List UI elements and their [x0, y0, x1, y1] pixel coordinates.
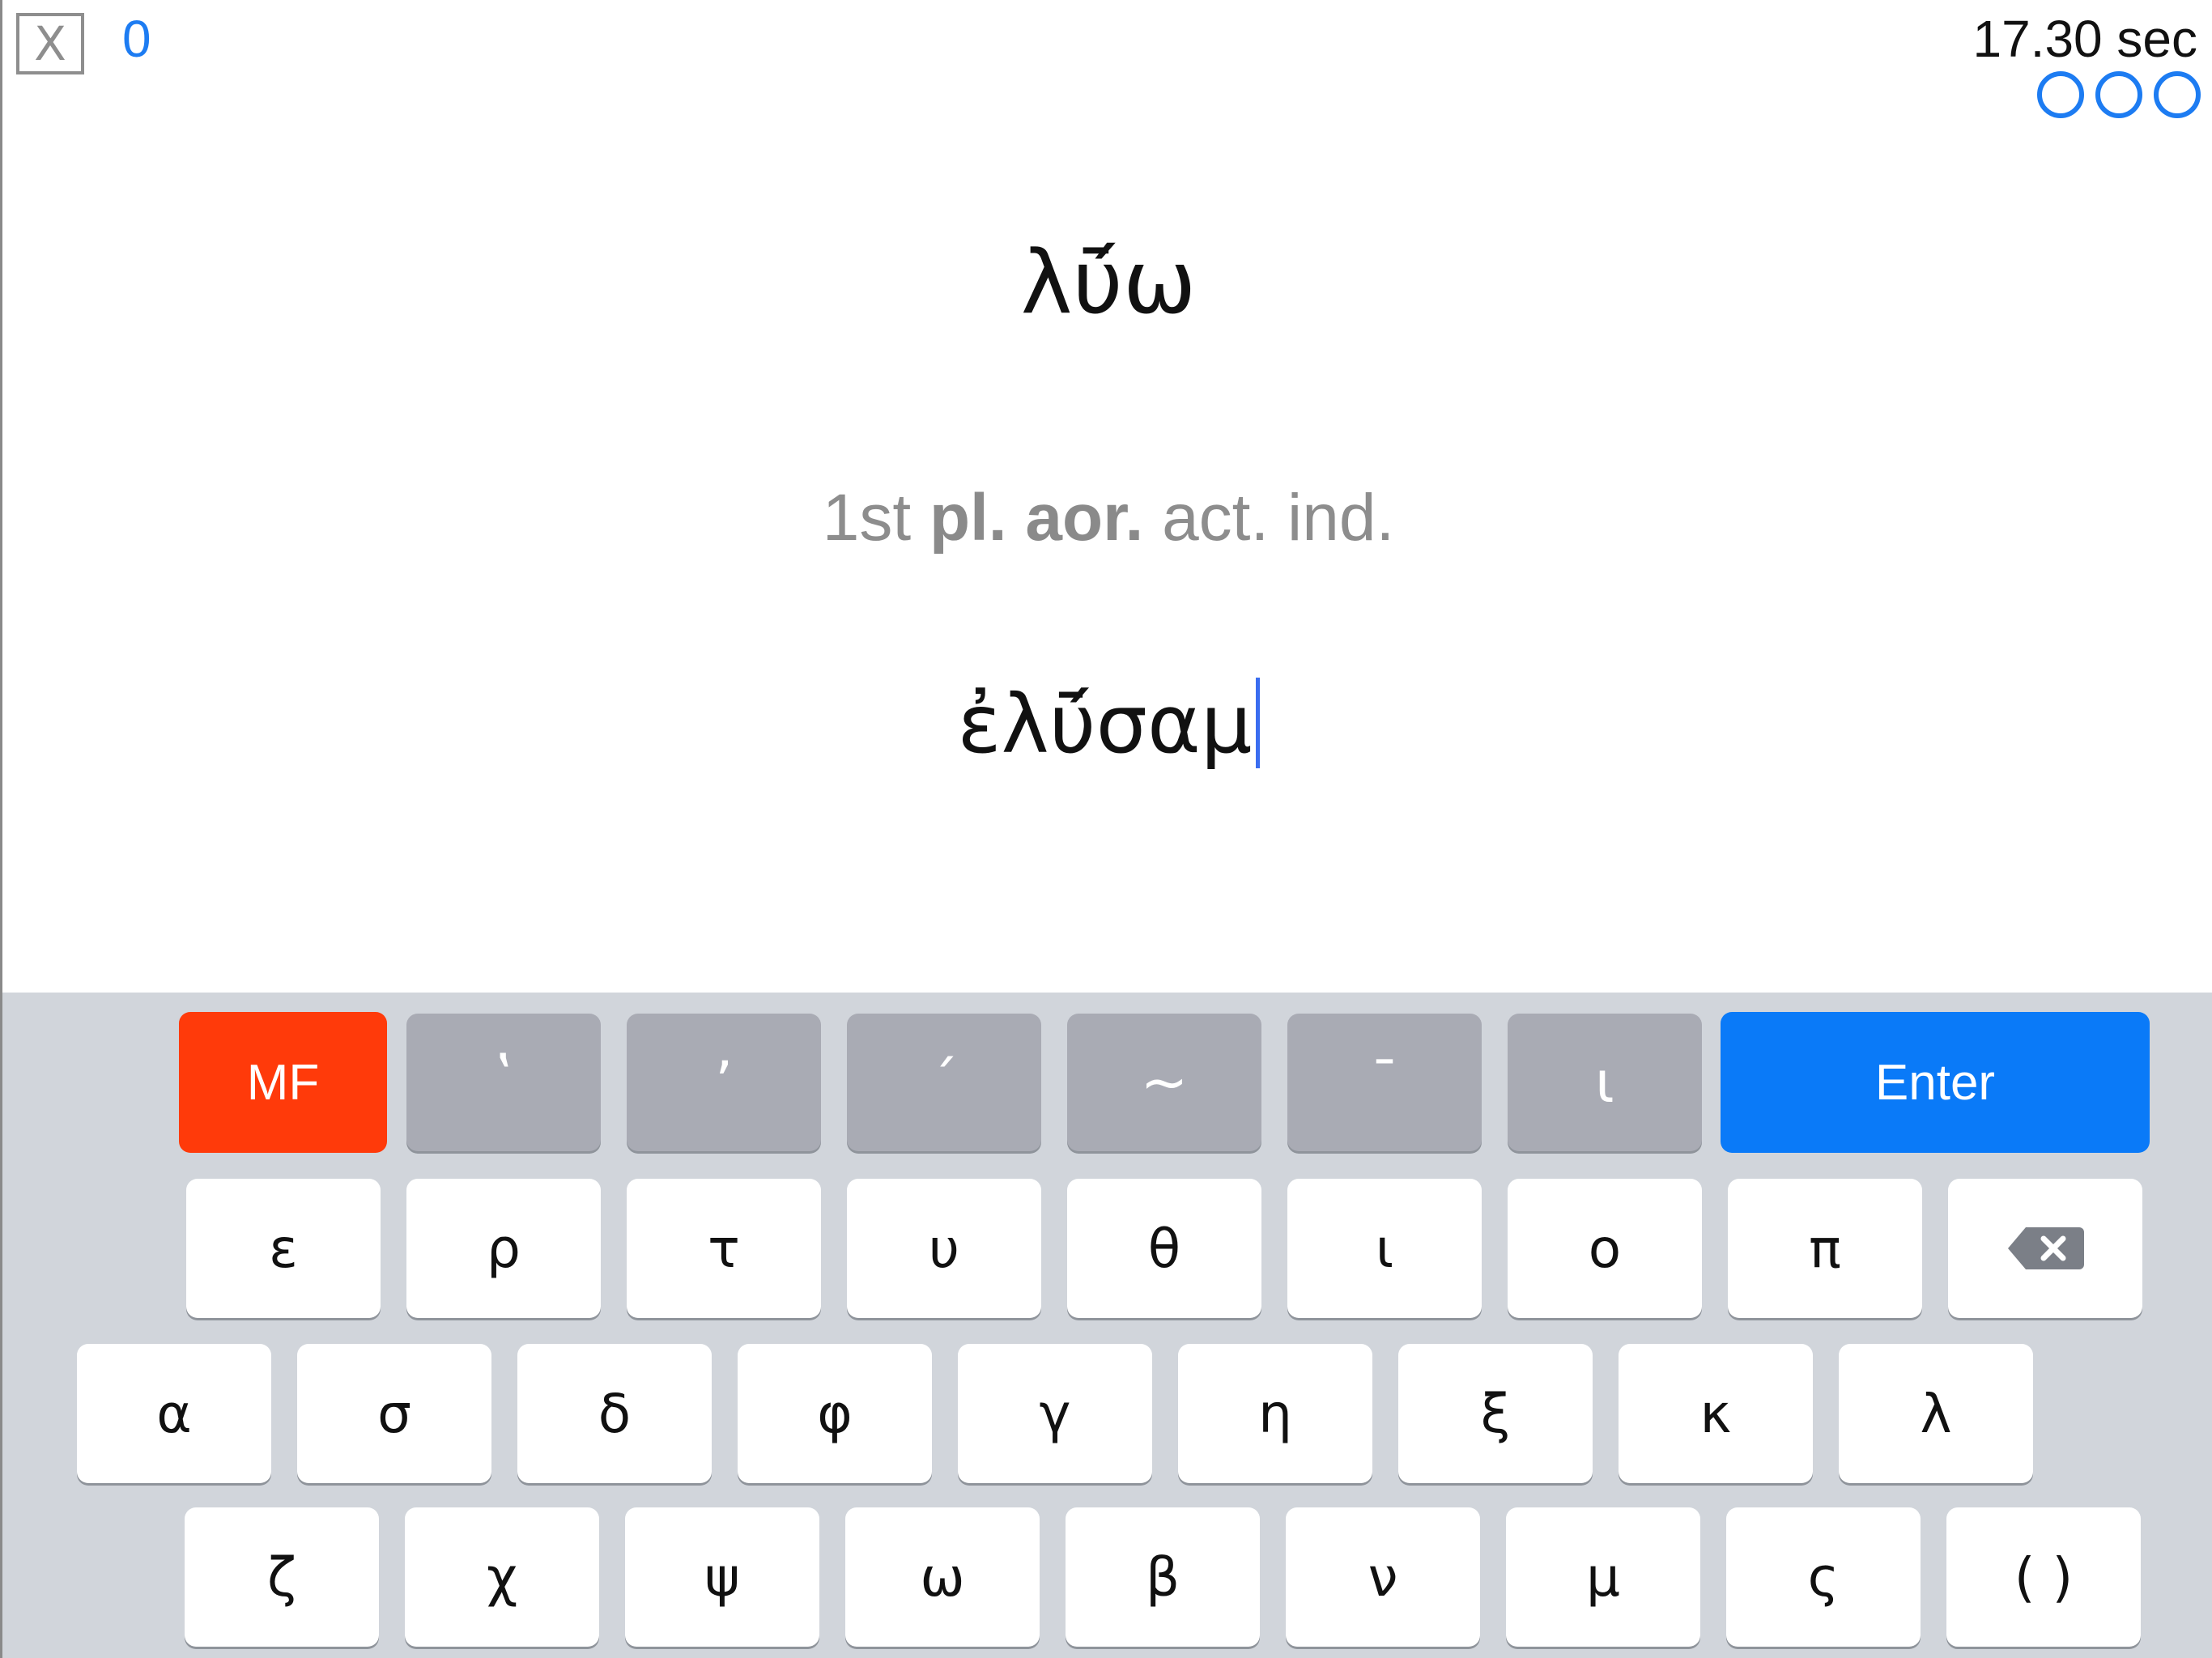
iota-subscript-key[interactable]: ι [1508, 1014, 1702, 1151]
key-iota[interactable]: ι [1287, 1179, 1482, 1318]
macron-key[interactable]: ¯ [1287, 1014, 1482, 1151]
answer-text: ἐλῡ́σαμ [957, 677, 1253, 772]
parsing-mood: ind. [1287, 481, 1395, 555]
key-lambda[interactable]: λ [1839, 1344, 2033, 1483]
key-delta[interactable]: δ [517, 1344, 712, 1483]
key-mu[interactable]: μ [1506, 1507, 1700, 1647]
key-gamma[interactable]: γ [958, 1344, 1152, 1483]
parsing-prompt: 1st pl. aor. act. ind. [2, 478, 2212, 559]
key-parentheses[interactable]: ( ) [1946, 1507, 2141, 1647]
life-circle-icon [2154, 71, 2201, 118]
key-alpha[interactable]: α [77, 1344, 271, 1483]
life-circle-icon [2095, 71, 2142, 118]
key-omega[interactable]: ω [845, 1507, 1040, 1647]
drill-screen: X 0 17.30 sec λῡ́ω 1st pl. aor. act. ind… [0, 0, 2212, 1658]
key-epsilon[interactable]: ε [186, 1179, 381, 1318]
answer-input[interactable]: ἐλῡ́σαμ [2, 672, 2212, 777]
rough-breathing-key[interactable]: ʽ [406, 1014, 601, 1151]
key-rho[interactable]: ρ [406, 1179, 601, 1318]
greek-keyboard: MF ʽ ʼ ´ ~ ¯ ι Enter ε ρ τ υ θ ι ο π α σ… [2, 993, 2212, 1658]
key-omicron[interactable]: ο [1508, 1179, 1702, 1318]
key-upsilon[interactable]: υ [847, 1179, 1041, 1318]
mf-button[interactable]: MF [179, 1012, 387, 1153]
backspace-icon [2008, 1227, 2084, 1269]
acute-accent-key[interactable]: ´ [847, 1014, 1041, 1151]
lives-indicator [2037, 71, 2201, 118]
key-chi[interactable]: χ [405, 1507, 599, 1647]
life-circle-icon [2037, 71, 2084, 118]
key-eta[interactable]: η [1178, 1344, 1372, 1483]
parsing-voice: act. [1162, 481, 1270, 555]
text-cursor [1255, 678, 1260, 768]
enter-button[interactable]: Enter [1721, 1012, 2150, 1153]
key-tau[interactable]: τ [627, 1179, 821, 1318]
close-button[interactable]: X [16, 13, 84, 74]
score-counter: 0 [122, 10, 151, 68]
key-pi[interactable]: π [1728, 1179, 1922, 1318]
parsing-tense: aor. [1025, 481, 1144, 555]
circumflex-key[interactable]: ~ [1067, 1014, 1261, 1151]
backspace-key[interactable] [1948, 1179, 2142, 1318]
key-psi[interactable]: ψ [625, 1507, 819, 1647]
key-theta[interactable]: θ [1067, 1179, 1261, 1318]
parsing-person: 1st [822, 481, 912, 555]
parsing-number: pl. [929, 481, 1007, 555]
key-xi[interactable]: ξ [1398, 1344, 1593, 1483]
key-nu[interactable]: ν [1286, 1507, 1480, 1647]
key-phi[interactable]: φ [738, 1344, 932, 1483]
smooth-breathing-key[interactable]: ʼ [627, 1014, 821, 1151]
key-sigma[interactable]: σ [297, 1344, 491, 1483]
lemma-word: λῡ́ω [1020, 232, 1197, 334]
key-zeta[interactable]: ζ [185, 1507, 379, 1647]
close-icon: X [34, 16, 66, 71]
timer: 17.30 sec [1972, 10, 2197, 68]
key-final-sigma[interactable]: ς [1726, 1507, 1921, 1647]
key-beta[interactable]: β [1066, 1507, 1260, 1647]
key-kappa[interactable]: κ [1619, 1344, 1813, 1483]
